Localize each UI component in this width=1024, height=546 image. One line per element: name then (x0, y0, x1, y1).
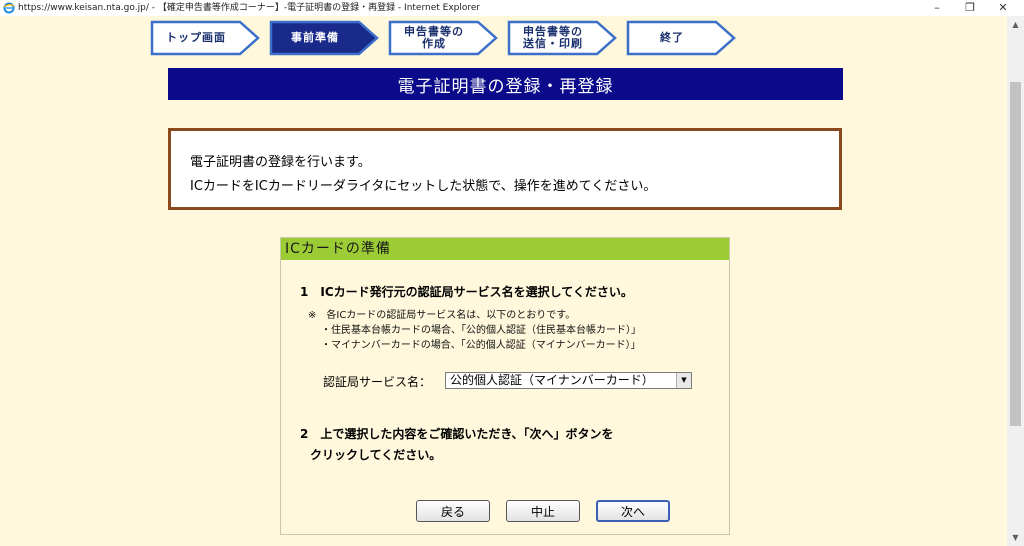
window-title: https://www.keisan.nta.go.jp/ - 【確定申告書等作… (18, 3, 481, 13)
note-heading: ※ 各ICカードの認証局サービス名は、以下のとおりです。 (308, 310, 576, 321)
scroll-up-arrow-icon[interactable]: ▲ (1007, 16, 1024, 33)
step-preparation[interactable]: 事前準備 (269, 20, 381, 56)
info-box: 電子証明書の登録を行います。 ICカードをICカードリーダライタにセットした状態… (168, 128, 842, 210)
vertical-scrollbar[interactable]: ▲ ▼ (1007, 16, 1024, 546)
restore-button[interactable]: ❐ (955, 0, 985, 16)
ic-card-preparation-panel: ICカードの準備 1 ICカード発行元の認証局サービス名を選択してください。 ※… (280, 237, 730, 535)
step-label: 事前準備 (291, 31, 339, 44)
step-label: 終了 (660, 31, 684, 44)
back-button[interactable]: 戻る (416, 500, 490, 522)
page-title: 電子証明書の登録・再登録 (168, 68, 843, 100)
scroll-thumb[interactable] (1010, 82, 1021, 426)
step-create-return[interactable]: 申告書等の 作成 (388, 20, 500, 56)
step-send-print[interactable]: 申告書等の 送信・印刷 (507, 20, 619, 56)
window-title-bar: https://www.keisan.nta.go.jp/ - 【確定申告書等作… (0, 0, 1024, 16)
select-label: 認証局サービス名： (323, 375, 432, 389)
minimize-button[interactable]: – (922, 0, 952, 16)
instruction-step-2: 2 上で選択した内容をご確認いただき、「次へ」ボタンを (300, 427, 614, 441)
step-label: 申告書等の 送信・印刷 (523, 25, 583, 50)
internet-explorer-icon (3, 2, 15, 14)
panel-heading: ICカードの準備 (281, 238, 729, 260)
info-text-line-1: 電子証明書の登録を行います。 (190, 155, 371, 170)
info-text-line-2: ICカードをICカードリーダライタにセットした状態で、操作を進めてください。 (190, 179, 657, 194)
cancel-button[interactable]: 中止 (506, 500, 580, 522)
step-label: トップ画面 (166, 31, 226, 44)
step-finish[interactable]: 終了 (626, 20, 738, 56)
next-button[interactable]: 次へ (596, 500, 670, 522)
step-label: 申告書等の 作成 (404, 25, 464, 50)
dropdown-arrow-icon[interactable]: ▼ (676, 373, 691, 388)
instruction-step-2-continued: クリックしてください。 (310, 448, 442, 462)
step-top-page[interactable]: トップ画面 (150, 20, 262, 56)
instruction-step-1: 1 ICカード発行元の認証局サービス名を選択してください。 (300, 285, 633, 299)
step-navigation: トップ画面 事前準備 申告書等の 作成 申告書等の 送信・印刷 終了 (150, 17, 750, 59)
note-juki-card: ・住民基本台帳カードの場合、「公的個人認証（住民基本台帳カード）」 (321, 325, 641, 336)
close-button[interactable]: ✕ (988, 0, 1018, 16)
certificate-authority-select[interactable]: 公的個人認証（マイナンバーカード） ▼ (445, 372, 692, 389)
note-mynumber-card: ・マイナンバーカードの場合、「公的個人認証（マイナンバーカード）」 (321, 340, 641, 351)
scroll-down-arrow-icon[interactable]: ▼ (1007, 529, 1024, 546)
select-value: 公的個人認証（マイナンバーカード） (450, 373, 654, 387)
